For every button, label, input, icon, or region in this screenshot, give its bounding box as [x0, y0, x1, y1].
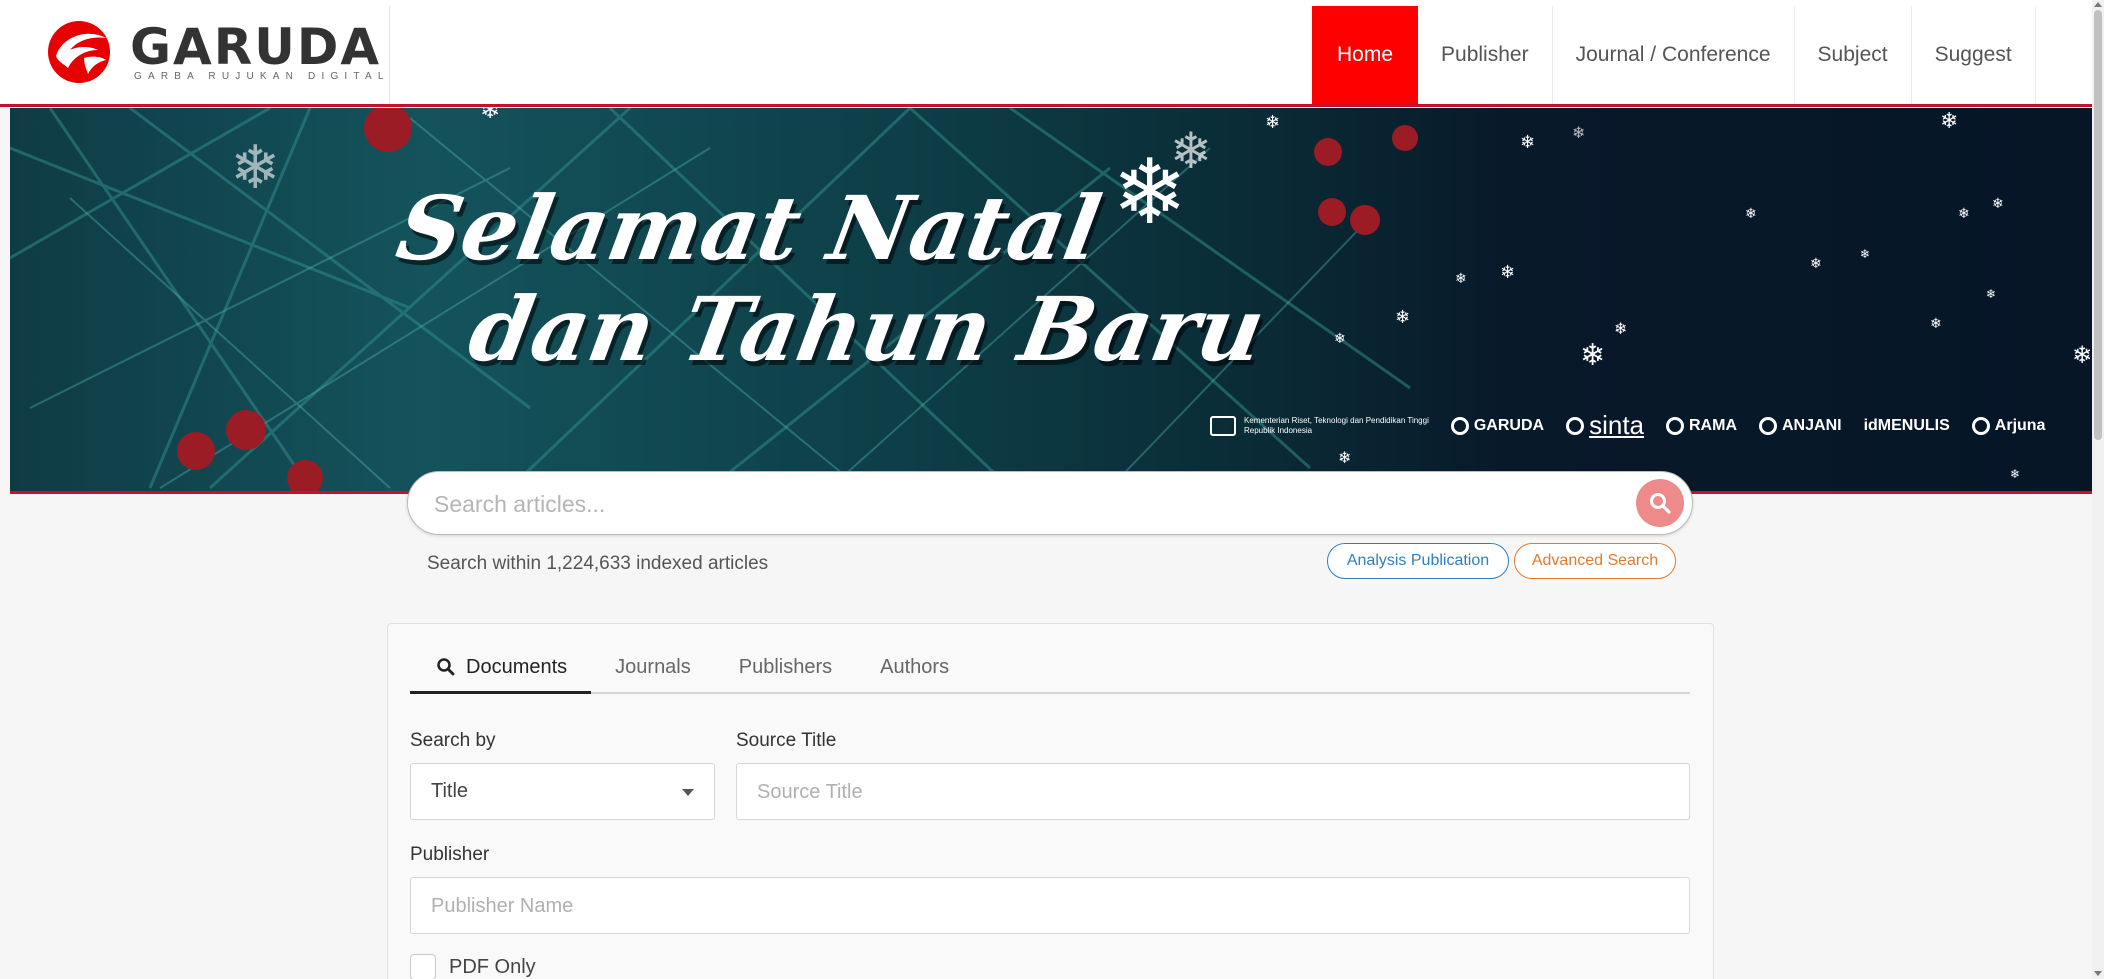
nav-subject[interactable]: Subject	[1795, 6, 1912, 104]
ministry-name: Kementerian Riset, Teknologi dan Pendidi…	[1244, 415, 1429, 425]
search-button[interactable]	[1636, 479, 1684, 527]
site-header: GARUDA GARBA RUJUKAN DIGITAL Home Publis…	[0, 0, 2092, 107]
tab-documents[interactable]: Documents	[410, 656, 592, 694]
scroll-down-icon[interactable]	[2094, 971, 2102, 976]
partner-anjani: ANJANI	[1759, 416, 1842, 435]
svg-text:❄: ❄	[1930, 316, 1942, 332]
banner-greeting: Selamat Natal dan Tahun Baru	[372, 176, 1289, 382]
advanced-search-card: Documents Journals Publishers Authors Se…	[387, 623, 1714, 979]
svg-text:❄: ❄	[2010, 467, 2020, 481]
tab-documents-label: Documents	[466, 656, 568, 678]
indexed-articles-count: Search within 1,224,633 indexed articles	[427, 553, 769, 574]
sinta-icon	[1566, 416, 1585, 435]
publisher-label: Publisher	[410, 844, 490, 865]
partner-idmenulis: idMENULIS	[1863, 416, 1950, 434]
partner-garuda: GARUDA	[1450, 416, 1544, 435]
svg-text:❄: ❄	[1580, 338, 1605, 373]
pdf-only-checkbox[interactable]	[410, 954, 436, 979]
svg-text:❄: ❄	[1500, 262, 1515, 283]
svg-text:❄: ❄	[1520, 132, 1535, 153]
svg-text:❄: ❄	[1170, 122, 1212, 180]
analysis-publication-button[interactable]: Analysis Publication	[1327, 543, 1509, 579]
svg-text:❄: ❄	[1992, 196, 2004, 212]
svg-text:❄: ❄	[480, 108, 500, 124]
main-nav: Home Publisher Journal / Conference Subj…	[1312, 6, 2036, 104]
nav-publisher[interactable]: Publisher	[1418, 6, 1553, 104]
search-by-label: Search by	[410, 730, 496, 751]
tab-journals[interactable]: Journals	[591, 656, 715, 694]
source-title-input[interactable]	[757, 778, 1614, 806]
scroll-up-icon[interactable]	[2094, 2, 2102, 7]
publisher-field	[410, 877, 1690, 934]
pdf-only-label: PDF Only	[449, 955, 536, 978]
partner-logos: Kementerian Riset, Teknologi dan Pendidi…	[1210, 410, 2045, 441]
source-title-field	[736, 763, 1690, 820]
greeting-line-2: dan Tahun Baru	[462, 277, 1272, 382]
svg-text:❄: ❄	[1334, 331, 1346, 347]
partner-sinta: sinta	[1566, 410, 1644, 441]
partner-arjuna: Arjuna	[1971, 416, 2045, 435]
greeting-line-1: Selamat Natal	[389, 176, 1109, 280]
logo-tagline: GARBA RUJUKAN DIGITAL	[134, 71, 390, 82]
svg-text:❄: ❄	[1395, 307, 1410, 328]
svg-text:❄: ❄	[1455, 271, 1467, 287]
svg-text:❄: ❄	[1860, 247, 1870, 261]
nav-suggest[interactable]: Suggest	[1912, 6, 2036, 104]
anjani-icon	[1759, 416, 1777, 435]
ministry-logo: Kementerian Riset, Teknologi dan Pendidi…	[1210, 415, 1429, 436]
search-type-tabs: Documents Journals Publishers Authors	[410, 656, 1690, 694]
partner-rama: RAMA	[1666, 416, 1737, 435]
article-search-input[interactable]	[434, 484, 1614, 524]
pdf-only-option[interactable]: PDF Only	[410, 954, 536, 979]
svg-text:❄: ❄	[230, 133, 280, 203]
svg-text:❄: ❄	[1614, 319, 1627, 338]
ministry-icon	[1210, 415, 1236, 436]
garuda-bird-icon	[48, 21, 110, 83]
svg-text:❄: ❄	[1986, 287, 1996, 301]
svg-text:❄: ❄	[1940, 109, 1958, 134]
nav-home[interactable]: Home	[1312, 6, 1419, 104]
rama-icon	[1666, 416, 1684, 435]
ministry-country: Republik Indonesia	[1244, 425, 1313, 435]
svg-text:❄: ❄	[1745, 206, 1757, 222]
svg-text:❄: ❄	[2072, 341, 2092, 369]
header-divider	[389, 6, 390, 104]
publisher-name-input[interactable]	[431, 892, 1582, 920]
arjuna-icon	[1971, 416, 1990, 435]
search-icon	[437, 658, 455, 676]
search-by-select[interactable]: Title	[410, 763, 715, 820]
svg-text:❄: ❄	[1572, 123, 1585, 142]
page-scrollbar[interactable]	[2092, 0, 2104, 979]
caret-down-icon	[682, 789, 694, 796]
search-by-value: Title	[431, 780, 469, 802]
scrollbar-thumb[interactable]	[2094, 10, 2102, 440]
svg-text:❄: ❄	[1958, 206, 1970, 222]
svg-text:❄: ❄	[1265, 112, 1280, 133]
article-search-bar	[407, 471, 1693, 535]
tab-authors[interactable]: Authors	[856, 656, 973, 694]
search-icon	[1650, 493, 1671, 514]
tab-publishers[interactable]: Publishers	[715, 656, 856, 694]
svg-text:❄: ❄	[1338, 448, 1351, 467]
nav-journal-conference[interactable]: Journal / Conference	[1553, 6, 1795, 104]
source-title-label: Source Title	[736, 730, 837, 751]
logo-wordmark: GARUDA	[130, 18, 382, 76]
svg-text:❄: ❄	[1810, 256, 1822, 272]
christmas-banner: ❄ ❄ ❄ ❄ ❄ ❄ ❄ ❄ ❄ ❄ ❄ ❄ ❄ ❄ ❄ ❄ ❄ ❄ ❄ ❄ …	[10, 108, 2092, 494]
garuda-mini-icon	[1450, 416, 1469, 435]
garuda-logo[interactable]: GARUDA GARBA RUJUKAN DIGITAL	[44, 18, 383, 84]
advanced-search-button[interactable]: Advanced Search	[1514, 543, 1676, 579]
